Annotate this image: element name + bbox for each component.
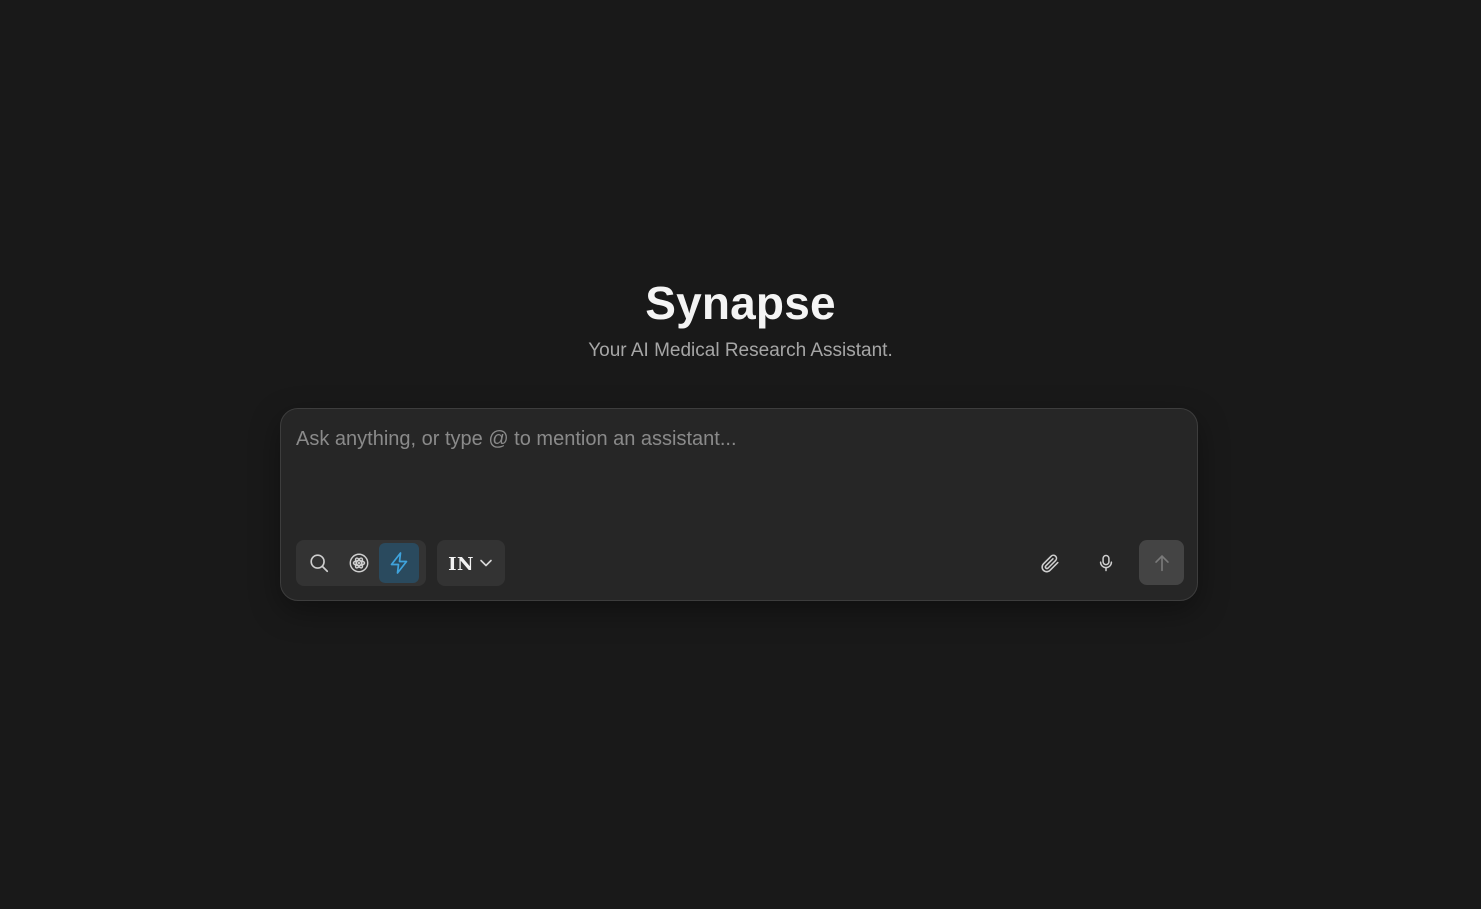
app-subtitle: Your AI Medical Research Assistant. <box>588 340 893 361</box>
microphone-button[interactable] <box>1086 543 1126 583</box>
language-select[interactable]: IN <box>437 540 505 586</box>
paperclip-icon <box>1039 552 1061 574</box>
microphone-icon <box>1096 553 1116 573</box>
prompt-input[interactable] <box>296 425 1176 525</box>
quick-mode-button[interactable] <box>379 543 419 583</box>
research-mode-button[interactable] <box>339 543 379 583</box>
mode-selector <box>296 540 426 586</box>
language-label: IN <box>448 553 474 575</box>
chat-composer: IN <box>280 408 1198 601</box>
arrow-up-icon <box>1151 552 1173 574</box>
atom-icon <box>348 552 370 574</box>
page: Synapse Your AI Medical Research Assista… <box>0 0 1481 909</box>
chevron-down-icon <box>478 555 494 571</box>
search-icon <box>308 552 330 574</box>
attach-button[interactable] <box>1030 543 1070 583</box>
lightning-icon <box>387 551 411 575</box>
search-mode-button[interactable] <box>299 543 339 583</box>
hero: Synapse Your AI Medical Research Assista… <box>0 272 1481 364</box>
app-title: Synapse <box>645 277 836 329</box>
send-button[interactable] <box>1139 540 1184 585</box>
